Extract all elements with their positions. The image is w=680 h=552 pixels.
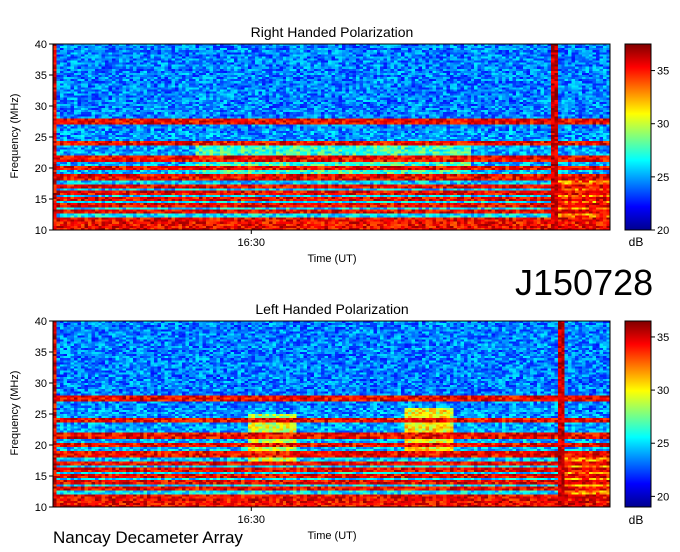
y-tick-label: 40 xyxy=(35,39,47,51)
colorbar-tick-label: 20 xyxy=(657,225,669,237)
y-tick-label: 35 xyxy=(35,347,47,359)
x-axis-ticks: 16:30 xyxy=(238,507,266,526)
x-axis-label: Time (UT) xyxy=(307,253,356,265)
x-tick-label: 16:30 xyxy=(238,237,266,249)
colorbar-tick-label: 35 xyxy=(657,66,669,78)
spectrogram-plot xyxy=(52,43,611,231)
colorbar-label: dB xyxy=(629,513,644,527)
y-tick-label: 30 xyxy=(35,101,47,113)
y-tick-label: 25 xyxy=(35,132,47,144)
right-polarization-panel: Right Handed Polarization Frequency (MHz… xyxy=(9,24,669,265)
y-tick-label: 35 xyxy=(35,70,47,82)
y-tick-label: 25 xyxy=(35,409,47,421)
y-axis-label: Frequency (MHz) xyxy=(9,371,21,456)
y-tick-label: 20 xyxy=(35,440,47,452)
x-tick-label: 16:30 xyxy=(238,514,266,526)
observation-id: J150728 xyxy=(515,262,654,303)
left-polarization-panel: Left Handed Polarization Frequency (MHz)… xyxy=(9,301,669,542)
y-tick-label: 40 xyxy=(35,316,47,328)
colorbar-tick-label: 25 xyxy=(657,172,669,184)
instrument-name: Nancay Decameter Array xyxy=(53,528,243,547)
y-tick-label: 15 xyxy=(35,471,47,483)
y-axis-ticks: 10 15 20 25 30 35 40 xyxy=(35,316,53,514)
y-tick-label: 15 xyxy=(35,194,47,206)
colorbar-tick-label: 20 xyxy=(657,491,669,503)
spectrogram-plot xyxy=(52,320,611,508)
x-axis-label: Time (UT) xyxy=(307,530,356,542)
chart-title: Right Handed Polarization xyxy=(251,24,414,40)
colorbar-gradient xyxy=(624,320,652,508)
colorbar: 20 25 30 35 xyxy=(624,320,669,508)
y-axis-ticks: 10 15 20 25 30 35 40 xyxy=(35,39,53,237)
colorbar-gradient xyxy=(624,43,652,231)
colorbar-tick-label: 30 xyxy=(657,119,669,131)
colorbar: 20 25 30 35 xyxy=(624,43,669,237)
colorbar-tick-label: 25 xyxy=(657,438,669,450)
colorbar-tick-label: 35 xyxy=(657,332,669,344)
y-tick-label: 10 xyxy=(35,502,47,514)
x-axis-ticks: 16:30 xyxy=(238,230,266,249)
spectrogram-image xyxy=(53,44,610,230)
colorbar-tick-label: 30 xyxy=(657,385,669,397)
y-axis-label: Frequency (MHz) xyxy=(9,94,21,179)
y-tick-label: 20 xyxy=(35,163,47,175)
colorbar-label: dB xyxy=(629,235,644,249)
y-tick-label: 30 xyxy=(35,378,47,390)
chart-title: Left Handed Polarization xyxy=(255,301,408,317)
spectrogram-image xyxy=(53,321,610,507)
y-tick-label: 10 xyxy=(35,225,47,237)
